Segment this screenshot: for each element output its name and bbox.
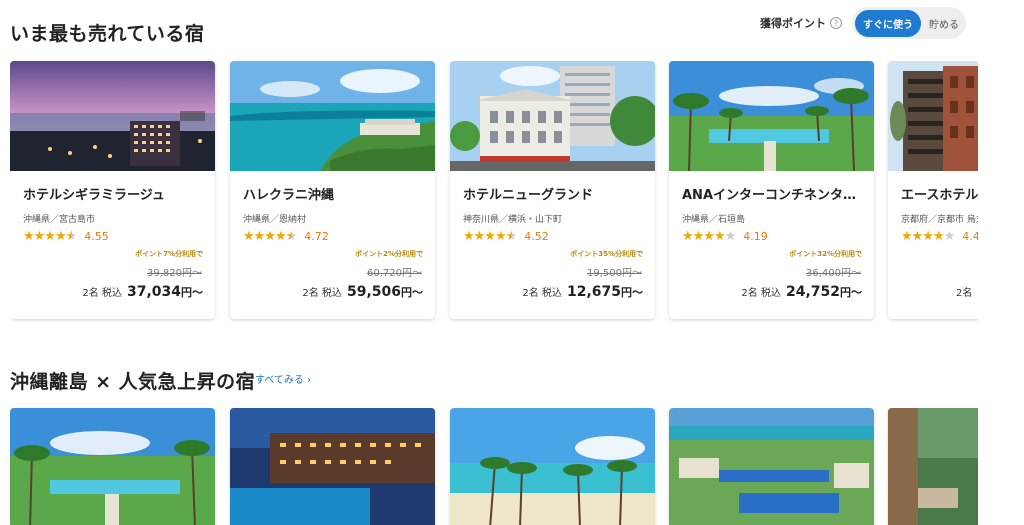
original-price: 19,500円〜	[587, 268, 642, 279]
hotel-photo	[450, 61, 655, 171]
rating-value: 4.52	[524, 230, 549, 243]
guests-tax-label: 2名	[956, 288, 973, 299]
toggle-save-button[interactable]: 貯める	[921, 10, 967, 37]
rating-row: ★★★★★ 4.72	[243, 229, 423, 244]
hotel-location: 京都府／京都市 烏丸	[901, 215, 978, 225]
star-rating-icon: ★★★★★	[682, 229, 736, 244]
star-rating-icon: ★★★★★	[901, 229, 955, 244]
price-line: 2名 税込 37,034円〜	[82, 281, 203, 300]
rating-row: ★★★★★ 4.55	[23, 229, 203, 244]
see-all-link[interactable]: すべてみる ›	[255, 371, 311, 386]
hotel-photo	[230, 408, 435, 525]
rating-row: ★★★★★ 4.19	[682, 229, 862, 244]
hotel-card[interactable]: ホテルシギラミラージュ 沖縄県／宮古島市 ★★★★★ 4.55 ポイント7%分利…	[10, 61, 215, 319]
hotel-card[interactable]: エースホテル京都 京都府／京都市 烏丸 ★★★★★ 4.4 2名	[888, 61, 978, 319]
hotel-card-body: ホテルシギラミラージュ 沖縄県／宮古島市 ★★★★★ 4.55 ポイント7%分利…	[10, 171, 215, 319]
help-icon[interactable]: ?	[830, 17, 842, 29]
guests-tax-label: 2名 税込	[82, 288, 122, 299]
rating-value: 4.55	[84, 230, 109, 243]
price-line: 2名 税込 12,675円〜	[522, 281, 643, 300]
hotel-card[interactable]	[10, 408, 215, 525]
hotel-card-body: ホテルニューグランド 神奈川県／横浜・山下町 ★★★★★ 4.52 ポイント35…	[450, 171, 655, 319]
star-rating-icon: ★★★★★	[463, 229, 517, 244]
hotel-photo	[10, 61, 215, 171]
original-price: 36,400円〜	[806, 268, 861, 279]
hotel-photo	[669, 408, 874, 525]
points-toggle: すぐに使う 貯める	[852, 7, 966, 39]
hotel-card-body: ANAインターコンチネンタル… 沖縄県／石垣島 ★★★★★ 4.19 ポイント3…	[669, 171, 874, 319]
price-value: 37,034	[126, 284, 181, 300]
hotel-location: 沖縄県／恩納村	[243, 215, 307, 225]
point-discount-note: ポイント7%分利用で	[135, 250, 203, 258]
price-value: 24,752	[785, 284, 840, 300]
hotel-card[interactable]: ホテルニューグランド 神奈川県／横浜・山下町 ★★★★★ 4.52 ポイント35…	[450, 61, 655, 319]
price-line: 2名 税込 24,752円〜	[741, 281, 862, 300]
hotel-photo	[888, 408, 978, 525]
section-title-best-sellers: いま最も売れている宿	[10, 23, 205, 45]
rating-row: ★★★★★ 4.4	[901, 229, 978, 244]
hotel-photo	[450, 408, 655, 525]
hotel-card[interactable]	[450, 408, 655, 525]
hotel-photo	[888, 61, 978, 171]
toggle-use-now-button[interactable]: すぐに使う	[855, 9, 921, 37]
price-unit: 円〜	[181, 286, 203, 299]
hotel-location: 神奈川県／横浜・山下町	[463, 215, 563, 225]
price-line: 2名	[956, 281, 972, 300]
guests-tax-label: 2名 税込	[522, 288, 562, 299]
best-sellers-carousel: ホテルシギラミラージュ 沖縄県／宮古島市 ★★★★★ 4.55 ポイント7%分利…	[10, 61, 978, 323]
hotel-location: 沖縄県／石垣島	[682, 215, 746, 225]
hotel-photo	[669, 61, 874, 171]
point-discount-note: ポイント32%分利用で	[789, 250, 862, 258]
hotel-name[interactable]: ANAインターコンチネンタル…	[682, 184, 862, 203]
hotel-photo	[230, 61, 435, 171]
star-rating-icon: ★★★★★	[243, 229, 297, 244]
hotel-card[interactable]	[669, 408, 874, 525]
hotel-name[interactable]: ホテルシギラミラージュ	[23, 184, 203, 203]
hotel-photo	[10, 408, 215, 525]
price-unit: 円〜	[401, 286, 423, 299]
rating-value: 4.4	[962, 230, 978, 243]
hotel-card-body: ハレクラニ沖縄 沖縄県／恩納村 ★★★★★ 4.72 ポイント2%分利用で 60…	[230, 171, 435, 319]
rating-value: 4.19	[743, 230, 768, 243]
rating-value: 4.72	[304, 230, 329, 243]
hotel-name[interactable]: エースホテル京都	[901, 184, 978, 203]
price-value: 59,506	[346, 284, 401, 300]
original-price: 60,720円〜	[367, 268, 422, 279]
hotel-card[interactable]	[888, 408, 978, 525]
hotel-card[interactable]: ハレクラニ沖縄 沖縄県／恩納村 ★★★★★ 4.72 ポイント2%分利用で 60…	[230, 61, 435, 319]
hotel-name[interactable]: ホテルニューグランド	[463, 184, 643, 203]
original-price: 39,820円〜	[147, 268, 202, 279]
points-label: 獲得ポイント	[760, 17, 826, 30]
star-rating-icon: ★★★★★	[23, 229, 77, 244]
rating-row: ★★★★★ 4.52	[463, 229, 643, 244]
hotel-card[interactable]: ANAインターコンチネンタル… 沖縄県／石垣島 ★★★★★ 4.19 ポイント3…	[669, 61, 874, 319]
price-unit: 円〜	[621, 286, 643, 299]
hotel-name[interactable]: ハレクラニ沖縄	[243, 184, 423, 203]
point-discount-note: ポイント2%分利用で	[355, 250, 423, 258]
points-toggle-bar: 獲得ポイント ? すぐに使う 貯める	[760, 7, 966, 39]
hotel-card[interactable]	[230, 408, 435, 525]
guests-tax-label: 2名 税込	[302, 288, 342, 299]
guests-tax-label: 2名 税込	[741, 288, 781, 299]
okinawa-islands-carousel	[10, 408, 978, 525]
hotel-location: 沖縄県／宮古島市	[23, 215, 96, 225]
price-line: 2名 税込 59,506円〜	[302, 281, 423, 300]
section-title-okinawa-islands: 沖縄離島 × 人気急上昇の宿	[10, 371, 256, 393]
price-value: 12,675	[566, 284, 621, 300]
point-discount-note: ポイント35%分利用で	[570, 250, 643, 258]
hotel-card-body: エースホテル京都 京都府／京都市 烏丸 ★★★★★ 4.4 2名	[888, 171, 978, 319]
price-unit: 円〜	[840, 286, 862, 299]
